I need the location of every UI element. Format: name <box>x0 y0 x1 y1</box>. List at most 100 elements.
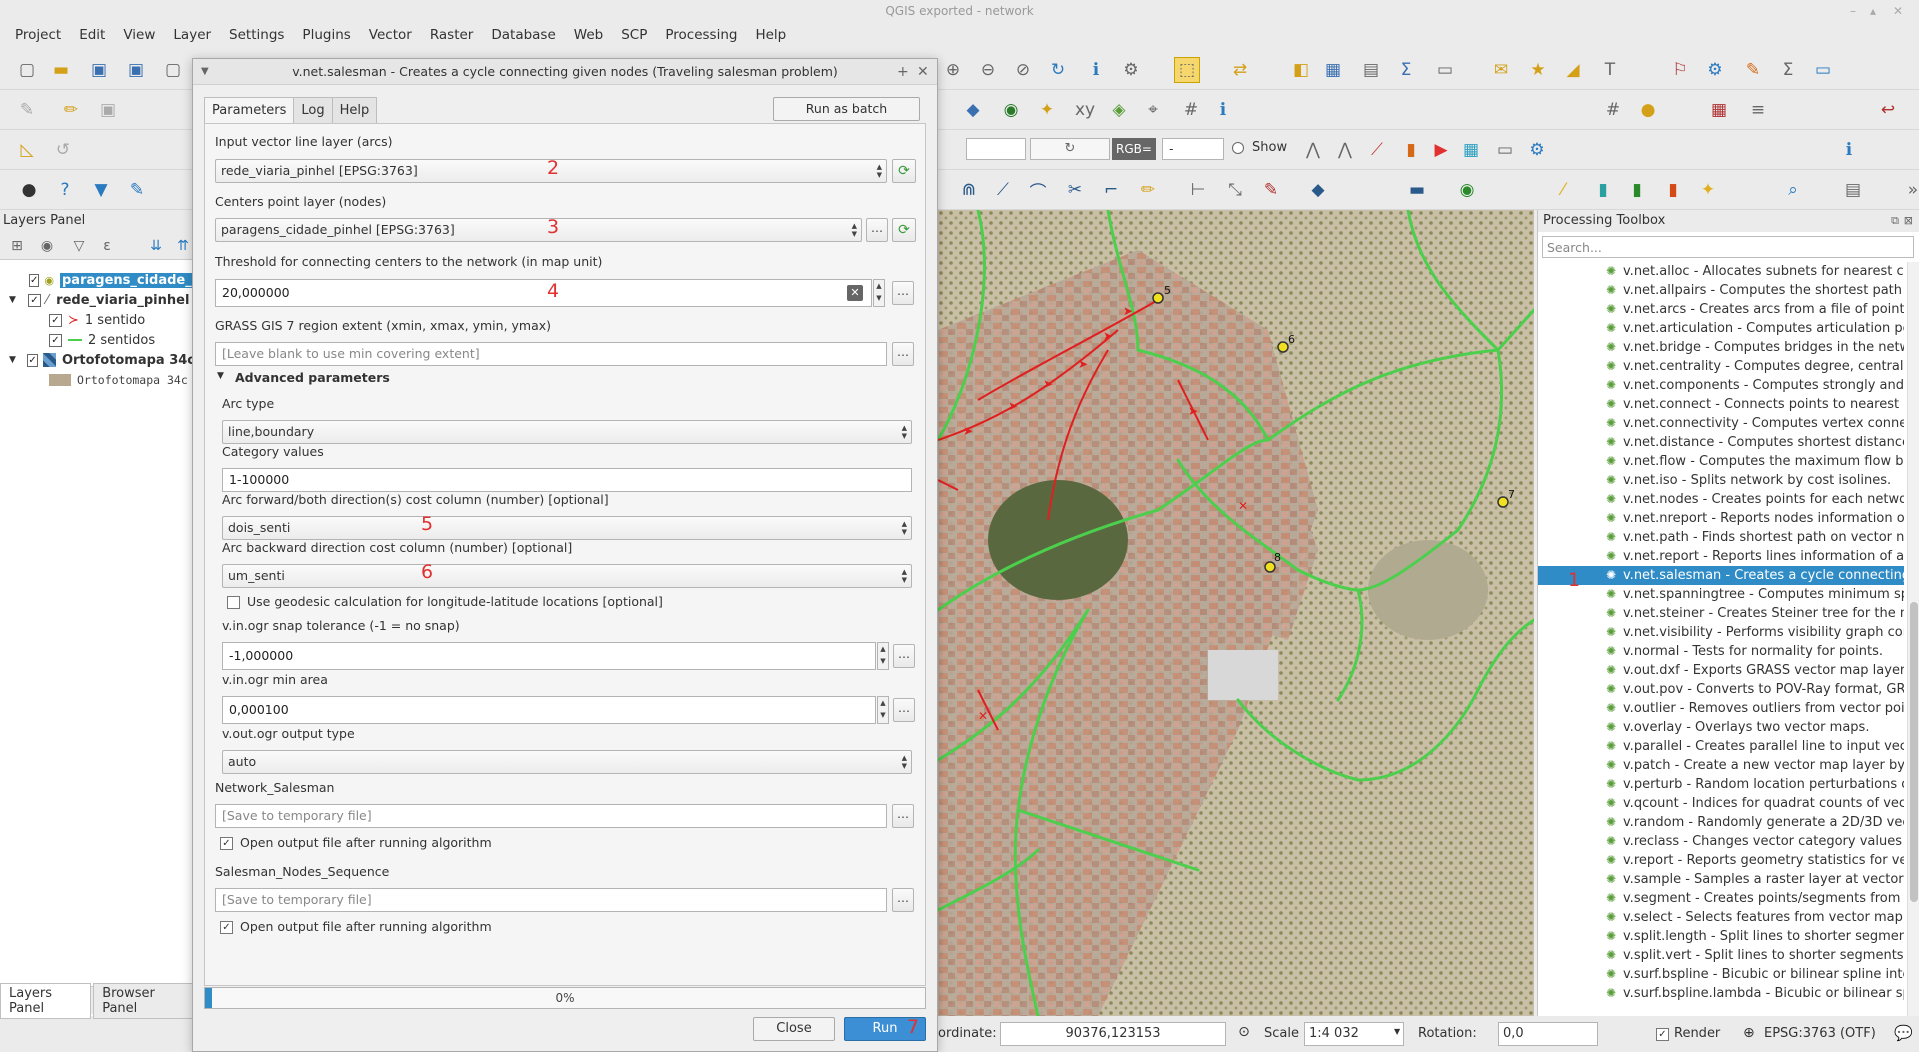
info-blue-icon[interactable]: ℹ <box>1836 137 1862 163</box>
tab-browser-panel[interactable]: Browser Panel <box>93 982 193 1019</box>
toolbox-algorithm-item[interactable]: ✺ v.out.pov - Converts to POV-Ray format,… <box>1538 680 1904 699</box>
toolbox-algorithm-item[interactable]: ✺ v.net.connect - Connects points to near… <box>1538 395 1904 414</box>
grid-icon[interactable]: # <box>1178 97 1204 123</box>
toolbox-algorithm-item[interactable]: ✺ v.net.arcs - Creates arcs from a file o… <box>1538 300 1904 319</box>
scale-dropdown-icon[interactable]: ▼ <box>1394 1027 1400 1036</box>
network-output-browse-button[interactable]: … <box>892 804 914 828</box>
snap-spinner[interactable]: ▲ ▼ <box>877 642 889 670</box>
settings-icon[interactable]: ⚙ <box>1524 137 1550 163</box>
classify-icon[interactable]: ▦ <box>1458 137 1484 163</box>
menu-processing[interactable]: Processing <box>656 27 746 43</box>
min-area-input[interactable]: 0,000100 <box>222 696 876 724</box>
toolbox-algorithm-item[interactable]: ✺ v.net.nreport - Reports nodes informati… <box>1538 509 1904 528</box>
layer-row[interactable]: ▼ ✓ Ortofotomapa 34c <box>0 350 195 370</box>
symbology-combo[interactable] <box>966 138 1026 160</box>
info-tool-icon[interactable]: ℹ <box>1210 97 1236 123</box>
toolbox-algorithm-item[interactable]: ✺ v.segment - Creates points/segments fro… <box>1538 889 1904 908</box>
monitor-icon[interactable]: ▬ <box>1404 177 1430 203</box>
save-as-icon[interactable]: ▣ <box>123 57 149 83</box>
messages-icon[interactable]: 💬 <box>1894 1024 1913 1042</box>
crs-label[interactable]: EPSG:3763 (OTF) <box>1764 1026 1876 1041</box>
deselect-icon[interactable]: ⇄ <box>1227 57 1253 83</box>
band-set-icon[interactable]: ▮ <box>1590 177 1616 203</box>
processing-toolbox-icon[interactable]: ⚙ <box>1702 57 1728 83</box>
filter-icon[interactable]: ▼ <box>88 177 114 203</box>
snap-input[interactable]: -1,000000 <box>222 642 876 670</box>
iterate-button[interactable]: ⟳ <box>892 218 916 242</box>
toolbox-algorithm-item[interactable]: ✺ v.report - Reports geometry statistics … <box>1538 851 1904 870</box>
log-icon[interactable]: Σ <box>1775 57 1801 83</box>
tab-layers-panel[interactable]: Layers Panel <box>0 982 92 1019</box>
brush-icon[interactable]: ✎ <box>124 177 150 203</box>
python-console-icon[interactable]: ⚐ <box>1667 57 1693 83</box>
node-tool-icon[interactable]: ✦ <box>1034 97 1060 123</box>
vertex-tool-icon[interactable]: ◉ <box>998 97 1024 123</box>
rotation-field[interactable]: 0,0 <box>1498 1022 1598 1046</box>
open-project-icon[interactable]: ▬ <box>48 57 74 83</box>
action-icon[interactable]: ⚙ <box>1118 57 1144 83</box>
toolbox-algorithm-item[interactable]: ✺ v.net.connectivity - Computes vertex co… <box>1538 414 1904 433</box>
edit-pencil-icon[interactable]: ✎ <box>14 97 40 123</box>
menu-database[interactable]: Database <box>482 27 564 43</box>
split-icon[interactable]: ✂ <box>1062 177 1088 203</box>
layer-list-icon[interactable]: ≡ <box>1745 97 1771 123</box>
network-output-input[interactable]: [Save to temporary file] <box>215 804 887 828</box>
maximize-icon[interactable]: ▴ <box>1870 0 1876 22</box>
wand-icon[interactable]: ⁄ <box>1550 177 1576 203</box>
label-icon[interactable]: ● <box>1635 97 1661 123</box>
plugin-icon[interactable]: ✎ <box>1740 57 1766 83</box>
output-type-combo[interactable]: auto ▲ ▼ <box>222 750 912 774</box>
close-button[interactable]: Close <box>753 1017 835 1041</box>
nodes-output-input[interactable]: [Save to temporary file] <box>215 888 887 912</box>
measure-angle-icon[interactable]: ◺ <box>14 137 40 163</box>
tab-log[interactable]: Log <box>293 97 333 123</box>
menu-scp[interactable]: SCP <box>612 27 656 43</box>
dimension-icon[interactable]: ⊢ <box>1185 177 1211 203</box>
toolbox-algorithm-item[interactable]: ✺ v.surf.bspline - Bicubic or bilinear sp… <box>1538 965 1904 984</box>
toolbox-algorithm-item[interactable]: ✺ v.split.vert - Split lines to shorter s… <box>1538 946 1904 965</box>
measure-icon[interactable]: ▭ <box>1432 57 1458 83</box>
undo-arrow-icon[interactable]: ↩ <box>1875 97 1901 123</box>
threshold-spinner[interactable]: ▲ ▼ <box>873 279 885 307</box>
toolbox-algorithm-item[interactable]: ✺ v.overlay - Overlays two vector maps. <box>1538 718 1904 737</box>
digitize-shape-icon[interactable]: ◈ <box>1106 97 1132 123</box>
run-batch-button[interactable]: Run as batch process... <box>773 97 920 138</box>
expression-filter-icon[interactable]: ε <box>94 233 120 259</box>
minimize-icon[interactable]: – <box>1850 0 1856 22</box>
eraser-icon[interactable]: ◆ <box>1305 177 1331 203</box>
toolbox-algorithm-item[interactable]: ✺ v.parallel - Creates parallel line to i… <box>1538 737 1904 756</box>
menu-vector[interactable]: Vector <box>360 27 421 43</box>
toolbox-algorithm-item[interactable]: ✺ v.surf.bspline.lambda - Bicubic or bili… <box>1538 984 1904 1003</box>
xy-icon[interactable]: xy <box>1072 97 1098 123</box>
toolbox-algorithm-item[interactable]: ✺ v.net.iso - Splits network by cost isol… <box>1538 471 1904 490</box>
save-project-icon[interactable]: ▣ <box>86 57 112 83</box>
new-project-icon[interactable]: ▢ <box>14 57 40 83</box>
toolbox-algorithm-item[interactable]: ✺ v.sample - Samples a raster layer at ve… <box>1538 870 1904 889</box>
render-checkbox[interactable]: ✓ <box>1656 1028 1669 1041</box>
toolbox-algorithm-item[interactable]: ✺ v.net.path - Finds shortest path on vec… <box>1538 528 1904 547</box>
toolbox-algorithm-item[interactable]: ✺ v.net.steiner - Creates Steiner tree fo… <box>1538 604 1904 623</box>
category-input[interactable]: 1-100000 <box>222 468 912 492</box>
tab-help[interactable]: Help <box>331 97 378 123</box>
toolbox-algorithm-item[interactable]: ✺ v.net.components - Computes strongly an… <box>1538 376 1904 395</box>
attribute-table-icon[interactable]: ▦ <box>1320 57 1346 83</box>
clear-icon[interactable]: ✕ <box>847 285 863 301</box>
mouse-icon[interactable]: ⊙ <box>1234 1024 1254 1044</box>
menu-help[interactable]: Help <box>746 27 795 43</box>
globe-icon[interactable]: ● <box>16 177 42 203</box>
new-print-layout-icon[interactable]: ▢ <box>160 57 186 83</box>
visibility-icon[interactable]: ◉ <box>34 233 60 259</box>
run-person-icon[interactable]: ✦ <box>1695 177 1721 203</box>
layer-checkbox[interactable]: ✓ <box>26 353 39 367</box>
nodes-output-browse-button[interactable]: … <box>892 888 914 912</box>
run-button[interactable]: Run 7 <box>844 1016 926 1041</box>
zoom-in-icon[interactable]: ⊕ <box>940 57 966 83</box>
digitize-tool-icon[interactable]: ◆ <box>960 97 986 123</box>
layer-row[interactable]: ✓ ◉ paragens_cidade_p <box>0 270 195 290</box>
pencil-icon[interactable]: ✏ <box>1135 177 1161 203</box>
region-input[interactable]: [Leave blank to use min covering extent] <box>215 342 887 366</box>
crs-globe-icon[interactable]: ⊕ <box>1743 1025 1755 1041</box>
map-tips-icon[interactable]: ✉ <box>1488 57 1514 83</box>
tab-parameters[interactable]: Parameters <box>204 97 295 123</box>
toolbox-algorithm-item[interactable]: ✺ v.net.distance - Computes shortest dist… <box>1538 433 1904 452</box>
